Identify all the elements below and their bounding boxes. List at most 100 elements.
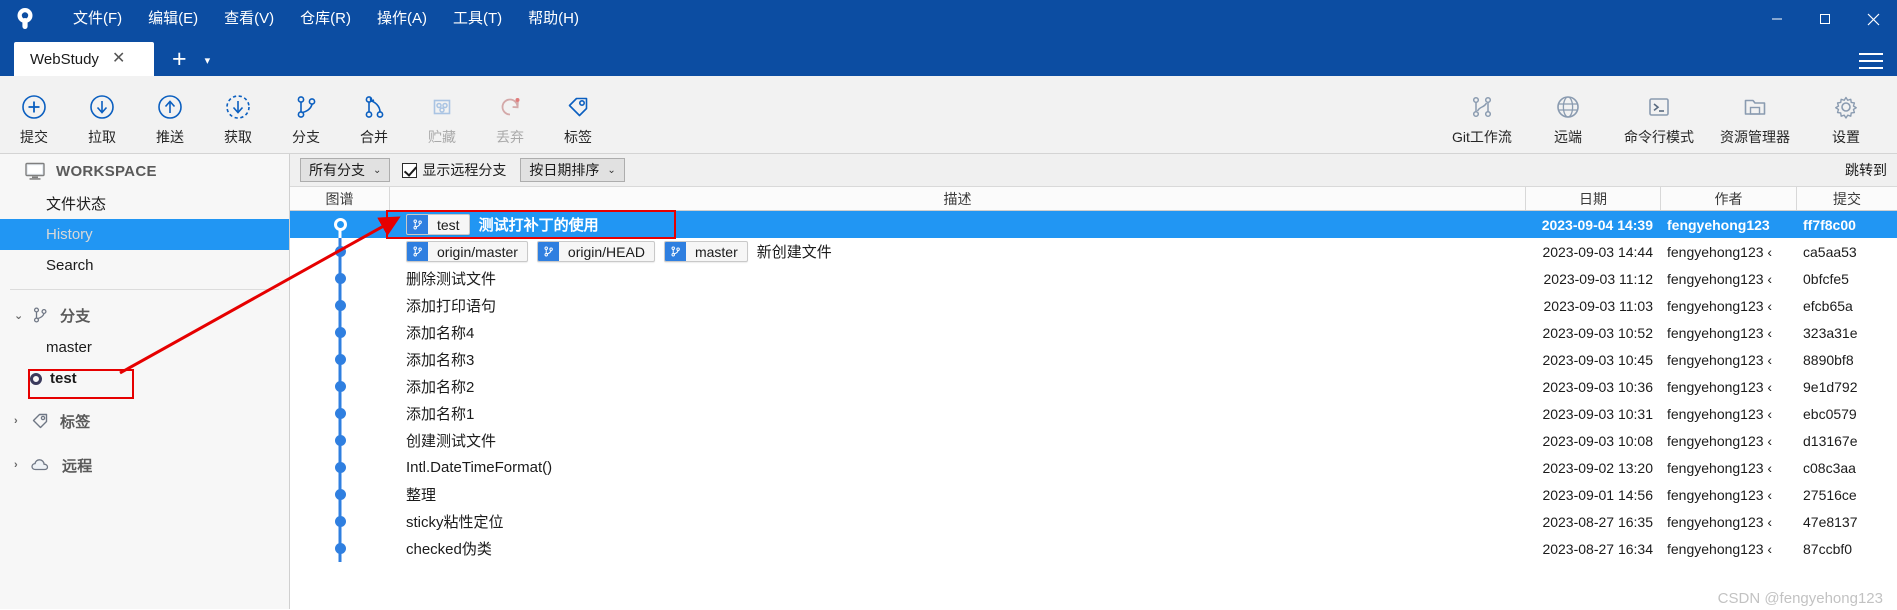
menu-help[interactable]: 帮助(H): [515, 5, 592, 33]
commit-author: fengyehong123 ‹: [1667, 243, 1773, 260]
stash-icon: [427, 89, 457, 125]
commit-description-cell: 添加名称1: [390, 400, 1526, 427]
menu-tools[interactable]: 工具(T): [440, 5, 515, 33]
toolbar-gitflow-button[interactable]: Git工作流: [1439, 83, 1525, 147]
sidebar: WORKSPACE 文件状态 History Search ⌄ 分支 maste…: [0, 154, 290, 609]
commit-message: 创建测试文件: [406, 433, 497, 450]
sidebar-item-history[interactable]: History: [0, 219, 289, 250]
monitor-icon: [24, 160, 46, 182]
sidebar-workspace-header: WORKSPACE: [0, 154, 289, 188]
table-row[interactable]: 整理 2023-09-01 14:56 fengyehong123 ‹ 27516ce: [290, 481, 1897, 508]
branch-badge[interactable]: origin/HEAD: [536, 241, 655, 262]
tab-close-icon[interactable]: ✕: [109, 51, 128, 67]
table-row[interactable]: 添加名称4 2023-09-03 10:52 fengyehong123 ‹ 323a…: [290, 319, 1897, 346]
menu-action[interactable]: 操作(A): [364, 5, 440, 33]
table-row[interactable]: 添加名称2 2023-09-03 10:36 fengyehong123 ‹ 9e1d…: [290, 373, 1897, 400]
sidebar-item-file-status[interactable]: 文件状态: [0, 188, 289, 219]
discard-icon: [495, 89, 525, 125]
merge-icon: [359, 89, 389, 125]
sidebar-workspace-title: WORKSPACE: [56, 162, 157, 180]
menu-file[interactable]: 文件(F): [60, 5, 135, 33]
new-tab-button[interactable]: +: [162, 47, 197, 76]
toolbar-branch-label: 分支: [292, 128, 320, 145]
graph-node-icon: [334, 516, 346, 527]
goto-link[interactable]: 跳转到: [1845, 160, 1887, 180]
branch-badge[interactable]: origin/master: [406, 241, 528, 262]
chevron-right-icon[interactable]: ›: [14, 459, 30, 471]
commit-message: checked伪类: [406, 541, 492, 558]
sidebar-branch-master[interactable]: master: [0, 332, 289, 363]
sidebar-section-branches[interactable]: ⌄ 分支: [0, 298, 289, 332]
table-row[interactable]: checked伪类 2023-08-27 16:34 fengyehong123 ‹…: [290, 535, 1897, 562]
toolbar-explorer-button[interactable]: 资源管理器: [1707, 83, 1803, 147]
column-header-author[interactable]: 作者: [1661, 187, 1797, 210]
current-branch-dot-icon: [30, 372, 42, 385]
commit-author: fengyehong123 ‹: [1667, 297, 1773, 314]
table-row[interactable]: 添加打印语句 2023-09-03 11:03 fengyehong123 ‹ efc…: [290, 292, 1897, 319]
toolbar-branch-button[interactable]: 分支: [272, 83, 340, 147]
commit-hash: d13167e: [1803, 432, 1858, 449]
toolbar-tag-button[interactable]: 标签: [544, 83, 612, 147]
sidebar-branch-test[interactable]: test: [0, 363, 289, 394]
table-row[interactable]: 添加名称1 2023-09-03 10:31 fengyehong123 ‹ ebc0…: [290, 400, 1897, 427]
toolbar-pull-button[interactable]: 拉取: [68, 83, 136, 147]
main-menu-icon[interactable]: [1859, 53, 1883, 69]
tab-list-dropdown-icon[interactable]: ▾: [205, 54, 211, 76]
branch-filter-dropdown[interactable]: 所有分支 ⌄: [300, 158, 391, 182]
branch-badge[interactable]: master: [663, 241, 748, 262]
table-row[interactable]: 创建测试文件 2023-09-03 10:08 fengyehong123 ‹ d13…: [290, 427, 1897, 454]
branch-filter-value: 所有分支: [309, 162, 365, 178]
table-row[interactable]: test 测试打补丁的使用 2023-09-04 14:39 fengyehong12…: [290, 211, 1897, 238]
column-header-desc[interactable]: 描述: [390, 187, 1526, 210]
chevron-down-icon[interactable]: ⌄: [14, 309, 30, 322]
graph-node-icon: [334, 381, 346, 392]
branch-icon: [407, 215, 428, 234]
minimize-button[interactable]: [1753, 0, 1801, 38]
toolbar-remote-button[interactable]: 远端: [1525, 83, 1611, 147]
commit-author: fengyehong123 ‹: [1667, 378, 1773, 395]
table-row[interactable]: 添加名称3 2023-09-03 10:45 fengyehong123 ‹ 8890…: [290, 346, 1897, 373]
table-row[interactable]: sticky粘性定位 2023-08-27 16:35 fengyehong123 …: [290, 508, 1897, 535]
sidebar-section-remotes[interactable]: › 远程: [0, 448, 289, 482]
commit-list: test 测试打补丁的使用 2023-09-04 14:39 fengyehong12…: [290, 211, 1897, 609]
commit-hash: 9e1d792: [1803, 378, 1858, 395]
close-button[interactable]: [1849, 0, 1897, 38]
commit-graph-cell: [290, 292, 390, 319]
sidebar-item-search[interactable]: Search: [0, 250, 289, 281]
commit-author: fengyehong123: [1667, 216, 1770, 233]
column-header-date[interactable]: 日期: [1526, 187, 1661, 210]
commit-date: 2023-09-03 10:08: [1542, 432, 1653, 449]
sidebar-section-tags[interactable]: › 标签: [0, 404, 289, 438]
menu-repo[interactable]: 仓库(R): [287, 5, 364, 33]
commit-graph-cell: [290, 535, 390, 562]
tab-webstudy[interactable]: WebStudy ✕: [14, 42, 154, 76]
table-row[interactable]: origin/master origin/HEAD master 新创建文件 2023-…: [290, 238, 1897, 265]
toolbar-settings-button[interactable]: 设置: [1803, 83, 1889, 147]
commit-message: 删除测试文件: [406, 271, 497, 288]
commit-date: 2023-09-03 10:36: [1542, 378, 1653, 395]
toolbar-remote-label: 远端: [1554, 129, 1582, 145]
branch-badge[interactable]: test: [406, 214, 470, 235]
column-header-commit[interactable]: 提交: [1797, 187, 1897, 210]
maximize-button[interactable]: [1801, 0, 1849, 38]
menu-view[interactable]: 查看(V): [211, 5, 287, 33]
branch-badge-label: master: [694, 243, 738, 260]
toolbar-commit-button[interactable]: 提交: [0, 83, 68, 147]
commit-description-cell: 添加名称3: [390, 346, 1526, 373]
commit-message: 新创建文件: [756, 244, 832, 261]
toolbar-fetch-button[interactable]: 获取: [204, 83, 272, 147]
graph-node-icon: [334, 246, 346, 257]
toolbar-merge-button[interactable]: 合并: [340, 83, 408, 147]
toolbar-stash-button[interactable]: 贮藏: [408, 83, 476, 147]
menu-edit[interactable]: 编辑(E): [135, 5, 211, 33]
table-row[interactable]: 删除测试文件 2023-09-03 11:12 fengyehong123 ‹ 0bf…: [290, 265, 1897, 292]
show-remote-branches-checkbox[interactable]: 显示远程分支: [402, 160, 506, 180]
sort-dropdown[interactable]: 按日期排序 ⌄: [520, 158, 625, 182]
gear-icon: [1831, 89, 1861, 125]
column-header-graph[interactable]: 图谱: [290, 187, 390, 210]
chevron-right-icon[interactable]: ›: [14, 415, 30, 427]
table-row[interactable]: Intl.DateTimeFormat() 2023-09-02 13:20 fen…: [290, 454, 1897, 481]
toolbar-terminal-button[interactable]: 命令行模式: [1611, 83, 1707, 147]
toolbar-push-button[interactable]: 推送: [136, 83, 204, 147]
toolbar-discard-button[interactable]: 丢弃: [476, 83, 544, 147]
